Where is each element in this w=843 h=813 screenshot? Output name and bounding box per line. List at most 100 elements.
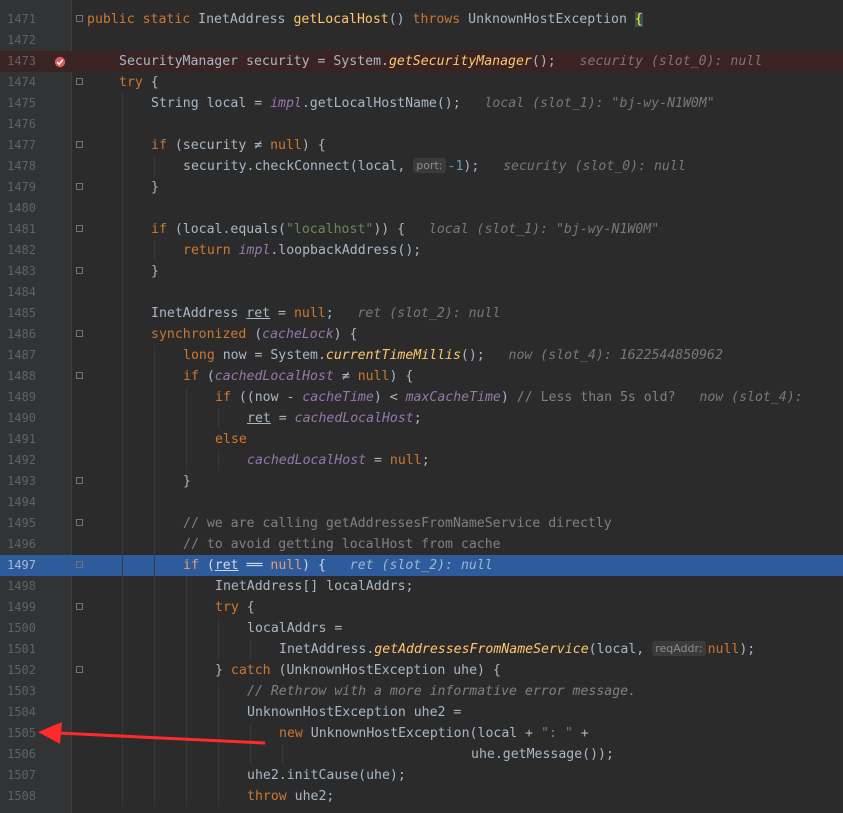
code-text[interactable]: ret = cachedLocalHost; <box>247 408 422 429</box>
code-text[interactable]: InetAddress.getAddressesFromNameService(… <box>279 639 755 660</box>
code-text[interactable]: } <box>151 177 159 198</box>
code-line[interactable]: 1478 security.checkConnect(local, port: -1… <box>0 156 843 177</box>
line-number[interactable]: 1485 <box>0 303 36 324</box>
line-number[interactable]: 1505 <box>0 723 36 744</box>
line-number[interactable]: 1493 <box>0 471 36 492</box>
code-line[interactable]: 1500 localAddrs = <box>0 618 843 639</box>
code-line[interactable]: 1494 <box>0 492 843 513</box>
line-number[interactable]: 1481 <box>0 219 36 240</box>
code-line[interactable]: 1477 if (security ≠ null) { <box>0 135 843 156</box>
fold-icon[interactable] <box>76 141 83 148</box>
code-line[interactable]: 1505 new UnknownHostException(local + ": … <box>0 723 843 744</box>
code-text[interactable]: long now = System.currentTimeMillis(); n… <box>183 345 723 366</box>
code-text[interactable]: return impl.loopbackAddress(); <box>183 240 421 261</box>
code-line[interactable]: 1508 throw uhe2; <box>0 786 843 807</box>
fold-icon[interactable] <box>76 666 83 673</box>
line-number[interactable]: 1495 <box>0 513 36 534</box>
code-text[interactable]: if (ret ══ null) { ret (slot_2): null <box>183 555 493 576</box>
code-text[interactable]: } catch (UnknownHostException uhe) { <box>215 660 501 681</box>
line-number[interactable]: 1498 <box>0 576 36 597</box>
code-text[interactable]: if (local.equals("localhost")) { local (… <box>151 219 659 240</box>
execution-line[interactable]: 1497 if (ret ══ null) { ret (slot_2): nul… <box>0 555 843 576</box>
fold-icon[interactable] <box>76 477 83 484</box>
code-text[interactable]: if ((now - cacheTime) < maxCacheTime) //… <box>215 387 803 408</box>
code-line[interactable]: 1495 // we are calling getAddressesFromNa… <box>0 513 843 534</box>
code-text[interactable]: // we are calling getAddressesFromNameSe… <box>183 513 612 534</box>
line-number[interactable]: 1483 <box>0 261 36 282</box>
code-line[interactable]: 1492 cachedLocalHost = null; <box>0 450 843 471</box>
fold-icon[interactable] <box>76 603 83 610</box>
line-number[interactable]: 1487 <box>0 345 36 366</box>
line-number[interactable]: 1473 <box>0 51 36 72</box>
breakpoint-icon[interactable] <box>54 56 66 68</box>
code-line[interactable]: 1480 <box>0 198 843 219</box>
line-number[interactable]: 1490 <box>0 408 36 429</box>
code-text[interactable]: uhe.getMessage()); <box>471 744 614 765</box>
code-text[interactable]: new UnknownHostException(local + ": " + <box>279 723 589 744</box>
fold-icon[interactable] <box>76 78 83 85</box>
code-line[interactable]: 1474 try { <box>0 72 843 93</box>
line-number[interactable]: 1504 <box>0 702 36 723</box>
line-number[interactable]: 1471 <box>0 9 36 30</box>
code-text[interactable]: InetAddress[] localAddrs; <box>215 576 414 597</box>
line-number[interactable]: 1491 <box>0 429 36 450</box>
line-number[interactable]: 1482 <box>0 240 36 261</box>
code-text[interactable]: try { <box>215 597 255 618</box>
line-number[interactable]: 1488 <box>0 366 36 387</box>
code-line[interactable]: 1485 InetAddress ret = null; ret (slot_2)… <box>0 303 843 324</box>
fold-icon[interactable] <box>76 267 83 274</box>
code-line[interactable]: 1489 if ((now - cacheTime) < maxCacheTime… <box>0 387 843 408</box>
code-line[interactable]: 1481 if (local.equals("localhost")) { loc… <box>0 219 843 240</box>
fold-icon[interactable] <box>76 561 83 568</box>
breakpoint-line[interactable]: 1473 SecurityManager security = System.ge… <box>0 51 843 72</box>
fold-icon[interactable] <box>76 183 83 190</box>
code-line[interactable]: 1499 try { <box>0 597 843 618</box>
code-editor[interactable]: 1471 public static InetAddress getLocalHo… <box>0 0 843 813</box>
code-line[interactable]: 1506 uhe.getMessage()); <box>0 744 843 765</box>
code-line[interactable]: 1475 String local = impl.getLocalHostName… <box>0 93 843 114</box>
fold-icon[interactable] <box>76 330 83 337</box>
code-text[interactable]: // to avoid getting localHost from cache <box>183 534 501 555</box>
code-line[interactable]: 1502} catch (UnknownHostException uhe) { <box>0 660 843 681</box>
line-number[interactable]: 1474 <box>0 72 36 93</box>
line-number[interactable]: 1508 <box>0 786 36 807</box>
code-line[interactable]: 1484 <box>0 282 843 303</box>
code-text[interactable]: synchronized (cacheLock) { <box>151 324 357 345</box>
code-text[interactable]: throw uhe2; <box>247 786 334 807</box>
line-number[interactable]: 1476 <box>0 114 36 135</box>
code-line[interactable]: 1483} <box>0 261 843 282</box>
line-number[interactable]: 1507 <box>0 765 36 786</box>
code-text[interactable]: public static InetAddress getLocalHost()… <box>87 9 643 30</box>
line-number[interactable]: 1477 <box>0 135 36 156</box>
code-text[interactable]: UnknownHostException uhe2 = <box>247 702 461 723</box>
code-text[interactable]: } <box>151 261 159 282</box>
code-line[interactable]: 1491 else <box>0 429 843 450</box>
line-number[interactable]: 1496 <box>0 534 36 555</box>
line-number[interactable]: 1506 <box>0 744 36 765</box>
line-number[interactable]: 1494 <box>0 492 36 513</box>
code-text[interactable]: String local = impl.getLocalHostName(); … <box>151 93 715 114</box>
line-number[interactable]: 1478 <box>0 156 36 177</box>
code-line[interactable]: 1479} <box>0 177 843 198</box>
fold-icon[interactable] <box>76 372 83 379</box>
code-text[interactable]: localAddrs = <box>247 618 342 639</box>
line-number[interactable]: 1503 <box>0 681 36 702</box>
code-line[interactable]: 1501 InetAddress.getAddressesFromNameServ… <box>0 639 843 660</box>
line-number[interactable]: 1479 <box>0 177 36 198</box>
code-text[interactable]: } <box>183 471 191 492</box>
code-line[interactable]: 1488 if (cachedLocalHost ≠ null) { <box>0 366 843 387</box>
line-number[interactable]: 1472 <box>0 30 36 51</box>
fold-icon[interactable] <box>76 15 83 22</box>
code-text[interactable]: SecurityManager security = System.getSec… <box>119 51 762 72</box>
code-text[interactable]: // Rethrow with a more informative error… <box>247 681 636 702</box>
line-number[interactable]: 1501 <box>0 639 36 660</box>
code-text[interactable]: try { <box>119 72 159 93</box>
code-line[interactable]: 1487 long now = System.currentTimeMillis(… <box>0 345 843 366</box>
code-line[interactable]: 1504 UnknownHostException uhe2 = <box>0 702 843 723</box>
code-line[interactable]: 1490 ret = cachedLocalHost; <box>0 408 843 429</box>
line-number[interactable]: 1499 <box>0 597 36 618</box>
code-line[interactable]: 1486 synchronized (cacheLock) { <box>0 324 843 345</box>
code-text[interactable]: security.checkConnect(local, port: -1); s… <box>183 156 686 177</box>
line-number[interactable]: 1500 <box>0 618 36 639</box>
code-line[interactable]: 1482 return impl.loopbackAddress(); <box>0 240 843 261</box>
